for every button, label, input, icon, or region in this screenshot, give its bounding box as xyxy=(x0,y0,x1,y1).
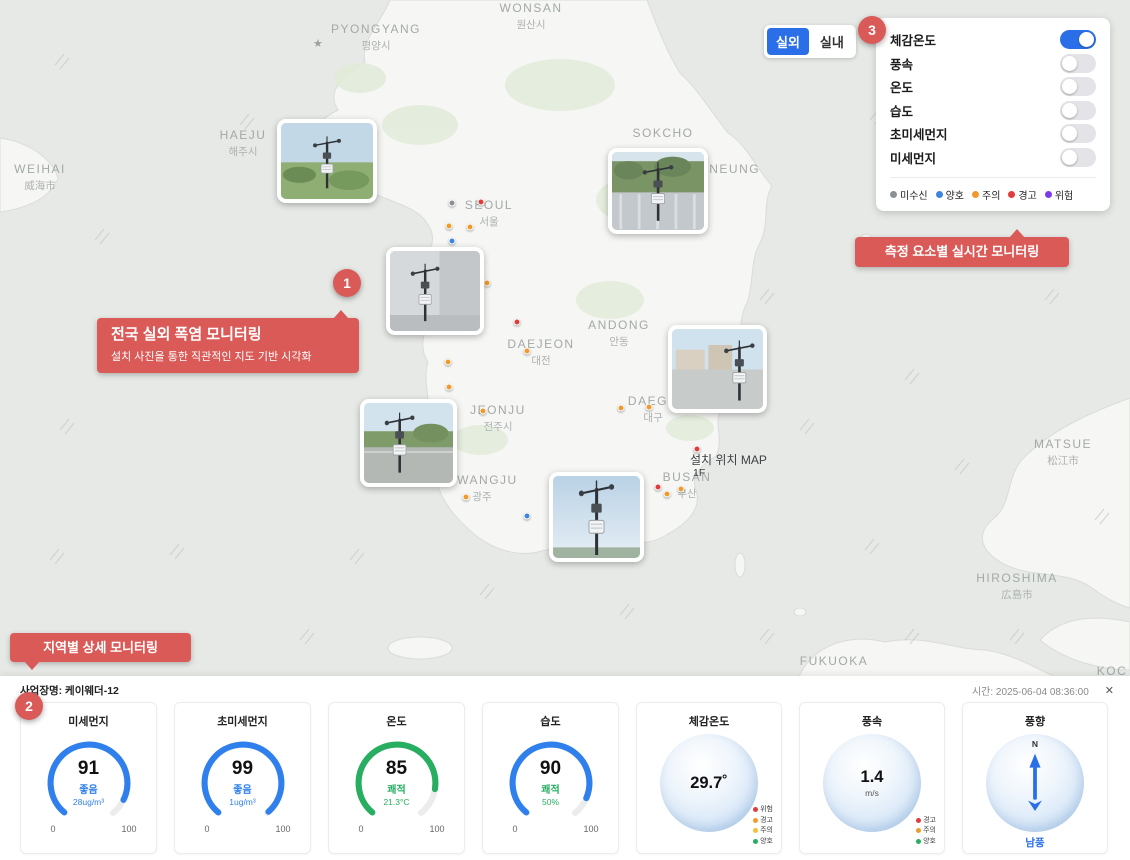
filter-label: 풍속 xyxy=(890,54,913,73)
mini-legend-item: 주의 xyxy=(753,826,773,835)
step-badge-1: 1 xyxy=(333,269,361,297)
mini-legend-item: 양호 xyxy=(753,837,773,846)
toggle-switch[interactable] xyxy=(1060,54,1096,73)
station-photo-thumbnail[interactable] xyxy=(549,472,644,562)
gauge-card-humidity: 습도 90 쾌적 50% 0 100 xyxy=(482,702,619,854)
station-marker[interactable] xyxy=(524,348,531,355)
legend-item: 미수신 xyxy=(890,187,928,202)
close-icon[interactable]: ✕ xyxy=(1105,684,1114,697)
mini-legend-item: 경고 xyxy=(916,816,936,825)
step-badge-2: 2 xyxy=(15,692,43,720)
measurement-filter-panel: 체감온도풍속온도습도초미세먼지미세먼지 미수신 양호 주의 경고 위험 xyxy=(876,18,1110,211)
callout-subtitle: 설치 사진을 통한 직관적인 지도 기반 시각화 xyxy=(111,348,347,364)
compass-card-wind-direction: 풍향 N 남풍 xyxy=(962,702,1108,854)
filter-row: 체감온도 xyxy=(890,28,1096,52)
station-marker[interactable] xyxy=(449,200,456,207)
indoor-button[interactable]: 실내 xyxy=(811,28,853,55)
step-badge-3: 3 xyxy=(858,16,886,44)
station-marker[interactable] xyxy=(446,384,453,391)
map-annotation-floor: 1F xyxy=(693,467,705,479)
station-marker[interactable] xyxy=(678,486,685,493)
wind-direction-label: 남풍 xyxy=(963,835,1107,850)
station-photo-thumbnail[interactable] xyxy=(277,119,377,203)
station-marker[interactable] xyxy=(655,484,662,491)
legend-item: 위험 xyxy=(1045,187,1073,202)
station-marker[interactable] xyxy=(463,494,470,501)
toggle-switch[interactable] xyxy=(1060,124,1096,143)
map-annotation-install-map: 설치 위치 MAP xyxy=(690,451,767,468)
feels-like-legend: 위험경고주의양호 xyxy=(753,805,773,846)
legend-item: 양호 xyxy=(936,187,964,202)
mini-legend-item: 주의 xyxy=(916,826,936,835)
station-marker[interactable] xyxy=(664,491,671,498)
timestamp-label: 시간: 2025-06-04 08:36:00 xyxy=(972,683,1089,698)
callout-title: 전국 실외 폭염 모니터링 xyxy=(111,326,347,345)
toggle-switch[interactable] xyxy=(1060,101,1096,120)
gauge-card-temperature: 온도 85 쾌적 21.3°C 0 100 xyxy=(328,702,465,854)
station-marker[interactable] xyxy=(480,408,487,415)
wind-speed-gauge: 1.4 m/s xyxy=(823,734,921,832)
station-photo-thumbnail[interactable] xyxy=(668,325,767,413)
callout-regional-monitoring: 지역별 상세 모니터링 xyxy=(10,633,191,662)
filter-row: 초미세먼지 xyxy=(890,122,1096,146)
mini-legend-item: 양호 xyxy=(916,837,936,846)
gauge-cards-row: 미세먼지 91 좋음 28ug/m³ 0 100 초미세먼지 xyxy=(0,702,1130,854)
filter-label: 초미세먼지 xyxy=(890,124,948,143)
station-marker[interactable] xyxy=(445,359,452,366)
legend-item: 주의 xyxy=(972,187,1000,202)
station-marker[interactable] xyxy=(524,513,531,520)
station-photo-thumbnail[interactable] xyxy=(608,148,708,234)
station-photo-thumbnail[interactable] xyxy=(360,399,457,487)
callout-nationwide-monitoring: 전국 실외 폭염 모니터링 설치 사진을 통한 직관적인 지도 기반 시각화 xyxy=(97,318,359,373)
station-marker[interactable] xyxy=(446,223,453,230)
mini-legend-item: 경고 xyxy=(753,816,773,825)
sphere-card-feels-like: 체감온도 29.7˚ 위험경고주의양호 xyxy=(636,702,782,854)
filter-row: 온도 xyxy=(890,75,1096,99)
indoor-outdoor-toggle: 실외 실내 xyxy=(764,25,856,58)
wind-direction-compass: N xyxy=(986,734,1084,832)
filter-row: 미세먼지 xyxy=(890,146,1096,170)
gauge-card-pm25: 초미세먼지 99 좋음 1ug/m³ 0 100 xyxy=(174,702,311,854)
heat-monitoring-app: WONSAN 원산시 PYONGYANG ★ 평양시 WEIHAI 威海市 HA… xyxy=(0,0,1130,860)
toggle-switch[interactable] xyxy=(1060,77,1096,96)
outdoor-button[interactable]: 실외 xyxy=(767,28,809,55)
station-marker[interactable] xyxy=(646,404,653,411)
feels-like-gauge: 29.7˚ xyxy=(660,734,758,832)
regional-detail-panel: 사업장명: 케이웨더-12 시간: 2025-06-04 08:36:00 ✕ … xyxy=(0,676,1130,860)
station-marker[interactable] xyxy=(467,224,474,231)
filter-rows: 체감온도풍속온도습도초미세먼지미세먼지 xyxy=(890,28,1096,169)
filter-label: 미세먼지 xyxy=(890,148,936,167)
filter-label: 온도 xyxy=(890,77,913,96)
station-photo-thumbnail[interactable] xyxy=(386,247,484,335)
filter-row: 습도 xyxy=(890,99,1096,123)
station-marker[interactable] xyxy=(484,280,491,287)
toggle-switch[interactable] xyxy=(1060,148,1096,167)
filter-label: 습도 xyxy=(890,101,913,120)
filter-row: 풍속 xyxy=(890,52,1096,76)
status-legend: 미수신 양호 주의 경고 위험 xyxy=(890,177,1096,202)
wind-speed-legend: 경고주의양호 xyxy=(916,816,936,846)
mini-legend-item: 위험 xyxy=(753,805,773,814)
compass-arrow-icon xyxy=(1000,748,1070,818)
station-marker[interactable] xyxy=(478,199,485,206)
station-marker[interactable] xyxy=(514,319,521,326)
toggle-switch[interactable] xyxy=(1060,30,1096,49)
callout-realtime-monitoring: 측정 요소별 실시간 모니터링 xyxy=(855,237,1069,267)
gauge-card-pm10: 미세먼지 91 좋음 28ug/m³ 0 100 xyxy=(20,702,157,854)
station-marker[interactable] xyxy=(449,238,456,245)
station-marker[interactable] xyxy=(618,405,625,412)
filter-label: 체감온도 xyxy=(890,30,936,49)
legend-item: 경고 xyxy=(1008,187,1036,202)
sphere-card-wind-speed: 풍속 1.4 m/s 경고주의양호 xyxy=(799,702,945,854)
